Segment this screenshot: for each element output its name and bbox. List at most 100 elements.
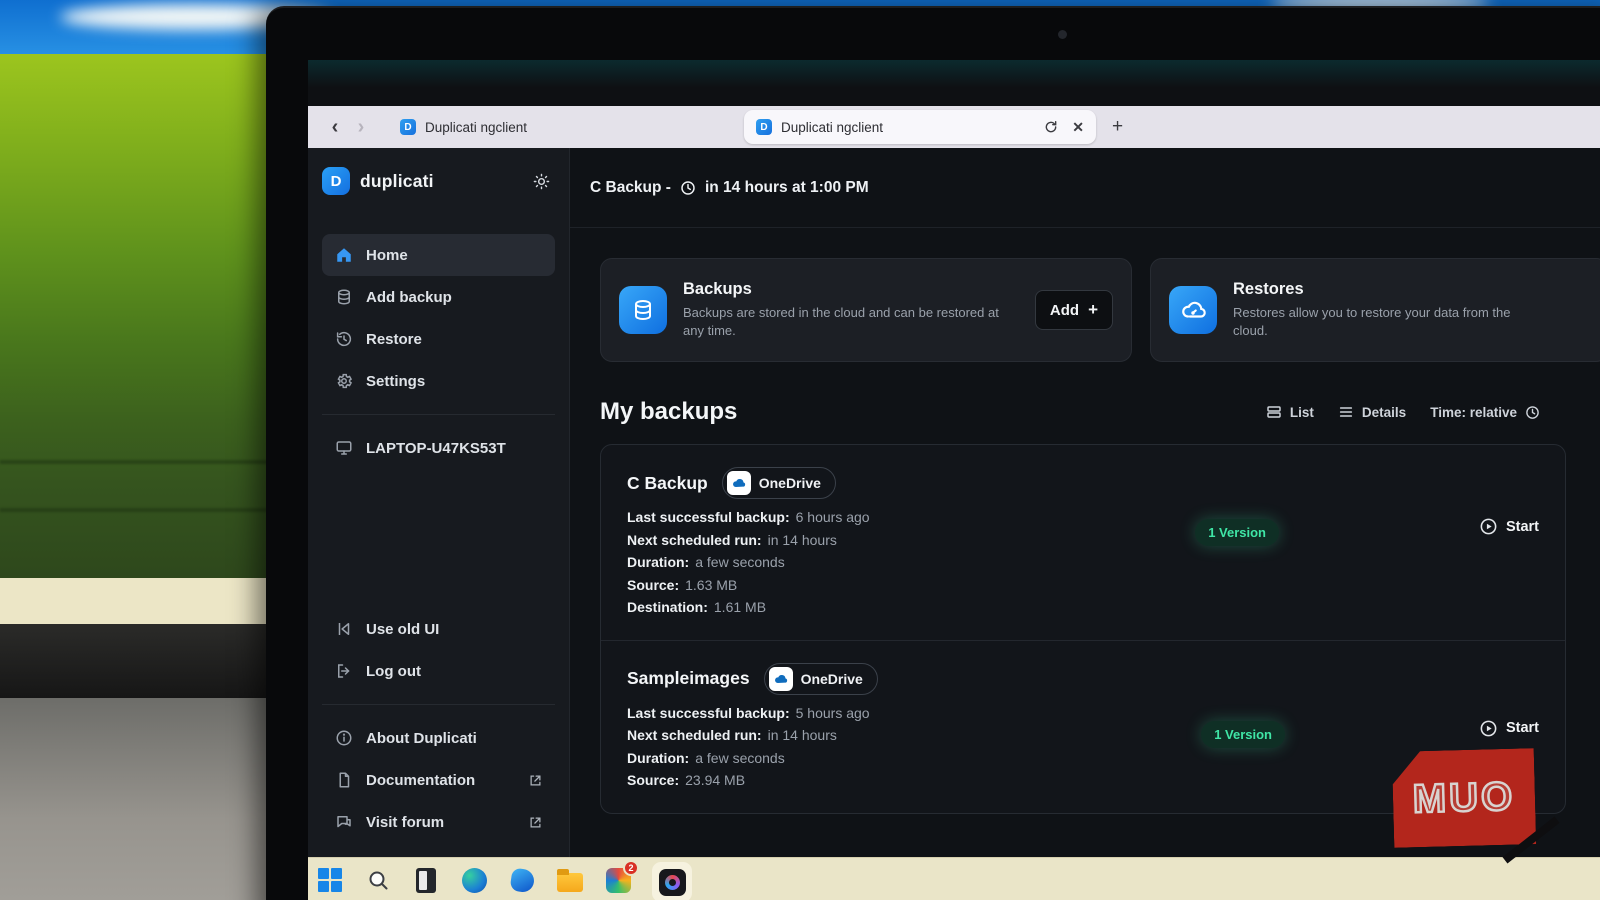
duplicati-favicon: D xyxy=(400,119,416,135)
stat-line: Next scheduled run:in 14 hours xyxy=(627,532,1539,548)
sidebar-item-label: Log out xyxy=(366,663,421,680)
browser-tab-2-active[interactable]: D Duplicati ngclient ✕ xyxy=(744,110,1096,144)
taskbar-search-button[interactable] xyxy=(364,866,392,894)
restores-card: Restores Restores allow you to restore y… xyxy=(1150,258,1600,362)
clock-icon xyxy=(680,180,696,196)
theme-toggle-button[interactable] xyxy=(527,167,555,195)
taskbar-active-app[interactable] xyxy=(652,862,692,900)
clock-icon xyxy=(1525,405,1540,420)
play-circle-icon xyxy=(1479,517,1498,536)
divider xyxy=(322,704,555,705)
taskbar-file-explorer[interactable] xyxy=(556,866,584,894)
sidebar-item-log-out[interactable]: Log out xyxy=(322,650,555,692)
start-backup-button[interactable]: Start xyxy=(1479,719,1539,738)
wallpaper-field-line xyxy=(0,460,290,464)
laptop-bezel: ‹ › D Duplicati ngclient D Duplicati ngc… xyxy=(266,6,1600,900)
monitor-icon xyxy=(334,439,354,457)
next-run-time: in 14 hours at 1:00 PM xyxy=(705,179,869,197)
backups-card-icon xyxy=(619,286,667,334)
photo-of-laptop: ‹ › D Duplicati ngclient D Duplicati ngc… xyxy=(0,0,1600,900)
sidebar-item-machine[interactable]: LAPTOP-U47KS53T xyxy=(322,427,555,469)
windows-icon xyxy=(318,868,342,892)
start-button-label: Start xyxy=(1506,519,1539,535)
view-list-button[interactable]: List xyxy=(1266,404,1314,420)
external-link-icon xyxy=(528,815,543,830)
time-mode-label: Time: relative xyxy=(1430,405,1517,420)
machine-name: LAPTOP-U47KS53T xyxy=(366,440,506,457)
card-description: Backups are stored in the cloud and can … xyxy=(683,304,1019,339)
back-icon[interactable]: ‹ xyxy=(322,116,348,139)
tab-title: Duplicati ngclient xyxy=(781,120,883,135)
sidebar-item-visit-forum[interactable]: Visit forum xyxy=(322,801,555,843)
add-backup-button[interactable]: Add + xyxy=(1035,290,1113,330)
start-button-label: Start xyxy=(1506,720,1539,736)
sidebar-item-use-old-ui[interactable]: Use old UI xyxy=(322,608,555,650)
copilot-icon xyxy=(509,867,535,893)
card-title: Restores xyxy=(1233,280,1533,299)
sidebar-item-label: Visit forum xyxy=(366,814,444,831)
onedrive-icon xyxy=(769,667,793,691)
backup-name: C Backup xyxy=(627,473,708,494)
version-badge[interactable]: 1 Version xyxy=(1195,519,1279,546)
taskbar-app-edge[interactable] xyxy=(460,866,488,894)
play-circle-icon xyxy=(1479,719,1498,738)
sidebar-item-add-backup[interactable]: Add backup xyxy=(322,276,555,318)
stat-line: Last successful backup:6 hours ago xyxy=(627,509,1539,525)
sidebar-item-label: Use old UI xyxy=(366,621,439,638)
plus-icon: + xyxy=(1088,300,1098,320)
browser-tab-1[interactable]: D Duplicati ngclient xyxy=(388,106,738,148)
tab-title: Duplicati ngclient xyxy=(425,120,527,135)
taskbar-app-copilot[interactable] xyxy=(508,866,536,894)
notepad-icon xyxy=(416,868,436,893)
sidebar-item-label: Add backup xyxy=(366,289,452,306)
sidebar-item-documentation[interactable]: Documentation xyxy=(322,759,555,801)
stat-line: Duration:a few seconds xyxy=(627,750,1539,766)
sidebar: D duplicati Home xyxy=(308,148,570,857)
browser-tab-bar: ‹ › D Duplicati ngclient D Duplicati ngc… xyxy=(308,106,1600,148)
sidebar-item-home[interactable]: Home xyxy=(322,234,555,276)
sidebar-item-about[interactable]: About Duplicati xyxy=(322,717,555,759)
view-details-button[interactable]: Details xyxy=(1338,404,1406,420)
provider-badge: OneDrive xyxy=(722,467,836,499)
backups-card: Backups Backups are stored in the cloud … xyxy=(600,258,1132,362)
windows-taskbar: 2 xyxy=(308,857,1600,900)
sidebar-item-restore[interactable]: Restore xyxy=(322,318,555,360)
gear-icon xyxy=(334,372,354,390)
forward-icon[interactable]: › xyxy=(348,116,374,139)
taskbar-app-with-badge[interactable]: 2 xyxy=(604,866,632,894)
stat-line: Duration:a few seconds xyxy=(627,554,1539,570)
list-view-icon xyxy=(1266,404,1282,420)
sidebar-nav: Home Add backup Restore xyxy=(322,234,555,469)
start-button[interactable] xyxy=(316,866,344,894)
backup-name: Sampleimages xyxy=(627,668,750,689)
duplicati-logo: D xyxy=(322,167,350,195)
sidebar-item-label: Settings xyxy=(366,373,425,390)
backup-entry-c-backup[interactable]: C Backup OneDrive Last successful backup… xyxy=(601,445,1565,640)
stat-line: Next scheduled run:in 14 hours xyxy=(627,727,1539,743)
start-backup-button[interactable]: Start xyxy=(1479,517,1539,536)
sidebar-item-label: Documentation xyxy=(366,772,475,789)
camera-app-icon xyxy=(659,869,686,896)
add-button-label: Add xyxy=(1050,302,1079,319)
status-header: C Backup - in 14 hours at 1:00 PM xyxy=(570,148,1600,228)
refresh-icon[interactable] xyxy=(1044,120,1058,134)
chat-icon xyxy=(334,813,354,831)
taskbar-app-notepad[interactable] xyxy=(412,866,440,894)
new-tab-icon[interactable]: + xyxy=(1112,116,1123,138)
logout-icon xyxy=(334,662,354,680)
sidebar-item-settings[interactable]: Settings xyxy=(322,360,555,402)
notification-badge: 2 xyxy=(623,860,639,876)
version-badge[interactable]: 1 Version xyxy=(1201,721,1285,748)
muo-watermark: MUO xyxy=(1392,748,1536,848)
summary-cards: Backups Backups are stored in the cloud … xyxy=(600,258,1600,362)
folder-icon xyxy=(557,873,583,892)
card-title: Backups xyxy=(683,280,1019,299)
provider-name: OneDrive xyxy=(759,475,821,491)
home-icon xyxy=(334,246,354,264)
time-mode-button[interactable]: Time: relative xyxy=(1430,405,1540,420)
document-icon xyxy=(334,771,354,789)
close-icon[interactable]: ✕ xyxy=(1072,119,1084,136)
database-icon xyxy=(334,288,354,306)
restores-card-icon xyxy=(1169,286,1217,334)
edge-icon xyxy=(462,868,487,893)
